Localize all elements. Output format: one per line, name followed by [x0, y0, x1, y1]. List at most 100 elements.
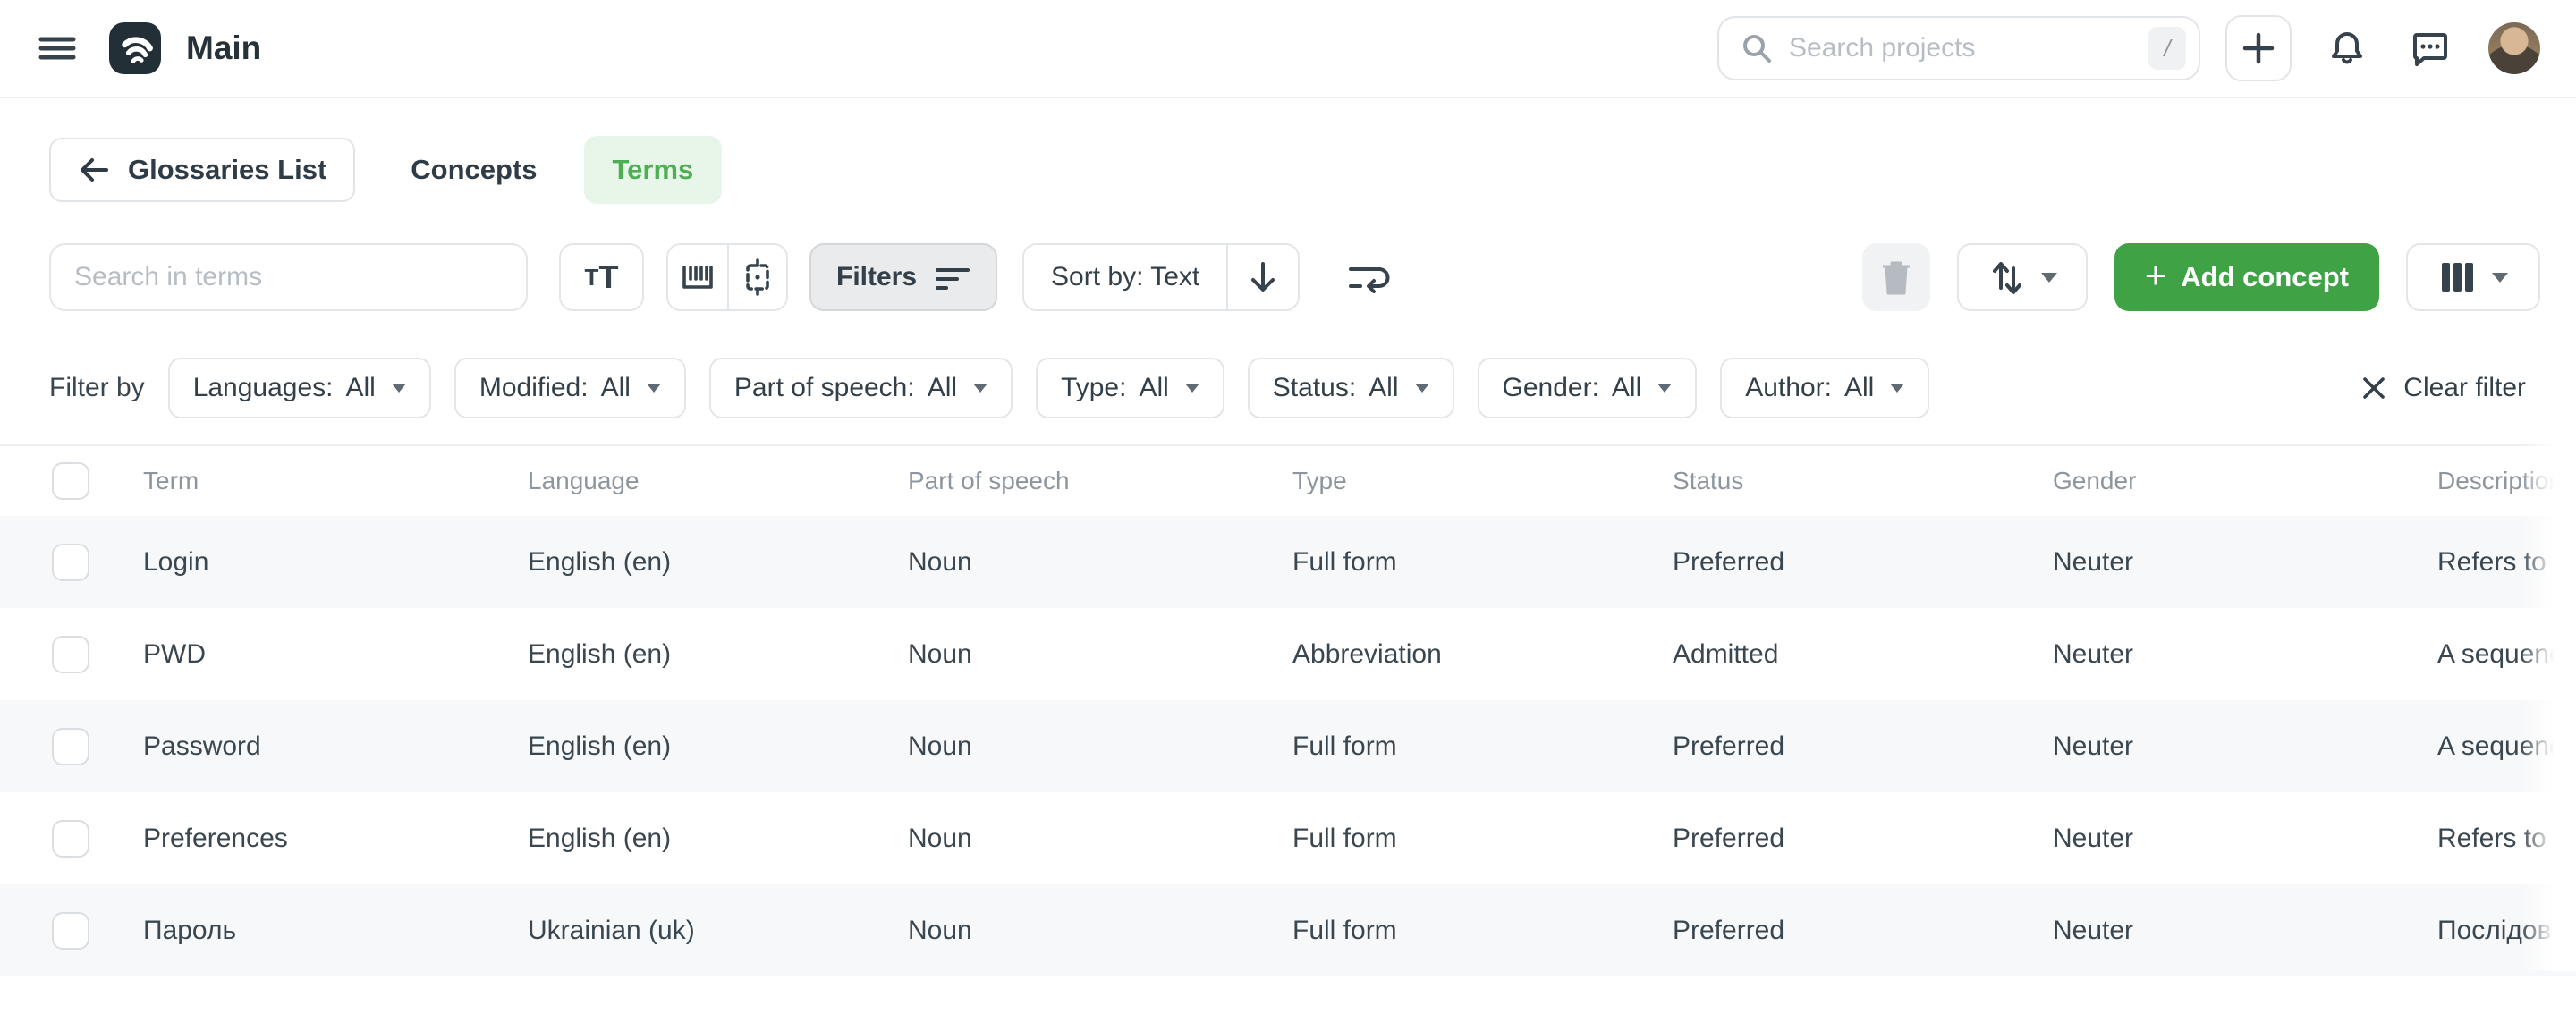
search-icon [1741, 32, 1773, 64]
row-checkbox[interactable] [52, 728, 89, 765]
clear-filter-button[interactable]: Clear filter [2360, 373, 2526, 403]
columns-dropdown-button[interactable] [2406, 243, 2540, 311]
glossary-terms-page: Main / Glossaries List Concepts [0, 0, 2576, 1014]
column-header-type: Type [1284, 467, 1664, 495]
status-cell: Preferred [1664, 731, 2044, 762]
gender-cell: Neuter [2044, 731, 2428, 762]
term-cell: Login [134, 547, 519, 578]
filter-languages[interactable]: Languages: All [168, 358, 431, 418]
wrap-lines-icon [1345, 255, 1390, 300]
chevron-down-icon [1657, 384, 1672, 393]
table-row[interactable]: Login English (en) Noun Full form Prefer… [0, 516, 2576, 608]
sort-by-button[interactable]: Sort by: Text [1024, 245, 1226, 309]
table-row[interactable]: PWD English (en) Noun Abbreviation Admit… [0, 608, 2576, 700]
chevron-down-icon [973, 384, 987, 393]
page-title: Main [186, 30, 261, 67]
description-cell: Послідовність [2428, 916, 2576, 946]
status-cell: Preferred [1664, 547, 2044, 578]
column-header-description: Description (concept) [2428, 467, 2576, 495]
column-header-gender: Gender [2044, 467, 2428, 495]
wrap-lines-toggle[interactable] [1343, 252, 1393, 302]
table-row[interactable]: Пароль Ukrainian (uk) Noun Full form Pre… [0, 884, 2576, 976]
project-search[interactable]: / [1717, 16, 2200, 80]
chevron-down-icon [392, 384, 406, 393]
notifications-button[interactable] [2324, 25, 2370, 72]
row-checkbox[interactable] [52, 636, 89, 673]
terms-toolbar: TT Filters Sort by: Text [0, 243, 2576, 311]
sort-direction-button[interactable] [1226, 245, 1298, 309]
crowdin-logo[interactable] [109, 22, 161, 74]
filter-lines-icon [935, 261, 970, 293]
arrow-left-icon [78, 156, 110, 184]
filter-gender[interactable]: Gender: All [1478, 358, 1698, 418]
filter-type[interactable]: Type: All [1036, 358, 1224, 418]
gender-cell: Neuter [2044, 547, 2428, 578]
tab-concepts[interactable]: Concepts [405, 136, 542, 204]
table-row[interactable]: Password English (en) Noun Full form Pre… [0, 700, 2576, 792]
column-header-part-of-speech: Part of speech [899, 467, 1284, 495]
add-concept-button[interactable]: + Add concept [2114, 243, 2379, 311]
toolbar-actions: + Add concept [1862, 243, 2540, 311]
select-all-checkbox[interactable] [52, 462, 89, 500]
filter-status[interactable]: Status: All [1248, 358, 1454, 418]
column-header-language: Language [519, 467, 899, 495]
plus-icon: + [2145, 257, 2167, 294]
filter-author[interactable]: Author: All [1720, 358, 1929, 418]
description-cell: A sequence of [2428, 731, 2576, 762]
column-header-status: Status [1664, 467, 2044, 495]
clear-filter-label: Clear filter [2403, 373, 2526, 403]
row-checkbox[interactable] [52, 544, 89, 581]
tab-terms[interactable]: Terms [584, 136, 723, 204]
row-checkbox[interactable] [52, 820, 89, 858]
column-header-term: Term [134, 467, 519, 495]
language-cell: English (en) [519, 639, 899, 670]
row-checkbox[interactable] [52, 912, 89, 950]
back-to-glossaries-button[interactable]: Glossaries List [49, 138, 355, 202]
filter-pills: Languages: All Modified: All Part of spe… [168, 358, 1930, 418]
user-avatar[interactable] [2488, 22, 2540, 74]
status-cell: Preferred [1664, 916, 2044, 946]
arrow-down-icon [1248, 260, 1278, 294]
filters-button[interactable]: Filters [809, 243, 997, 311]
description-cell: A sequence of [2428, 639, 2576, 670]
chevron-down-icon [2492, 273, 2508, 283]
table-row[interactable]: Preferences English (en) Noun Full form … [0, 792, 2576, 884]
whole-word-toggle[interactable] [668, 245, 727, 309]
language-cell: English (en) [519, 731, 899, 762]
gender-cell: Neuter [2044, 639, 2428, 670]
filter-by-label: Filter by [49, 373, 145, 403]
term-cell: PWD [134, 639, 519, 670]
top-bar-actions: / [1717, 15, 2540, 81]
search-projects-input[interactable] [1789, 33, 2148, 63]
hamburger-menu-icon[interactable] [36, 27, 79, 70]
filter-bar: Filter by Languages: All Modified: All P… [0, 358, 2576, 418]
filters-button-label: Filters [836, 262, 917, 292]
tT-icon: T [585, 264, 599, 292]
reorder-dropdown-button[interactable] [1957, 243, 2088, 311]
create-project-button[interactable] [2225, 15, 2292, 81]
messages-button[interactable] [2406, 25, 2453, 72]
term-cell: Пароль [134, 916, 519, 946]
type-cell: Full form [1284, 731, 1664, 762]
description-cell: Refers to the process [2428, 547, 2576, 578]
x-icon [2360, 375, 2387, 401]
columns-icon [2438, 259, 2478, 295]
language-cell: Ukrainian (uk) [519, 916, 899, 946]
language-cell: English (en) [519, 547, 899, 578]
filter-modified[interactable]: Modified: All [454, 358, 686, 418]
gender-cell: Neuter [2044, 824, 2428, 854]
status-cell: Preferred [1664, 824, 2044, 854]
terms-table: Term Language Part of speech Type Status… [0, 444, 2576, 976]
chat-icon [2408, 27, 2451, 70]
status-cell: Admitted [1664, 639, 2044, 670]
filter-part-of-speech[interactable]: Part of speech: All [709, 358, 1013, 418]
table-header: Term Language Part of speech Type Status… [0, 446, 2576, 516]
case-sensitive-toggle[interactable]: TT [559, 243, 644, 311]
part-of-speech-cell: Noun [899, 824, 1284, 854]
exact-match-toggle[interactable] [727, 245, 786, 309]
delete-terms-button[interactable] [1862, 243, 1930, 311]
sort-group: Sort by: Text [1022, 243, 1300, 311]
part-of-speech-cell: Noun [899, 731, 1284, 762]
part-of-speech-cell: Noun [899, 547, 1284, 578]
search-terms-input[interactable] [49, 243, 528, 311]
